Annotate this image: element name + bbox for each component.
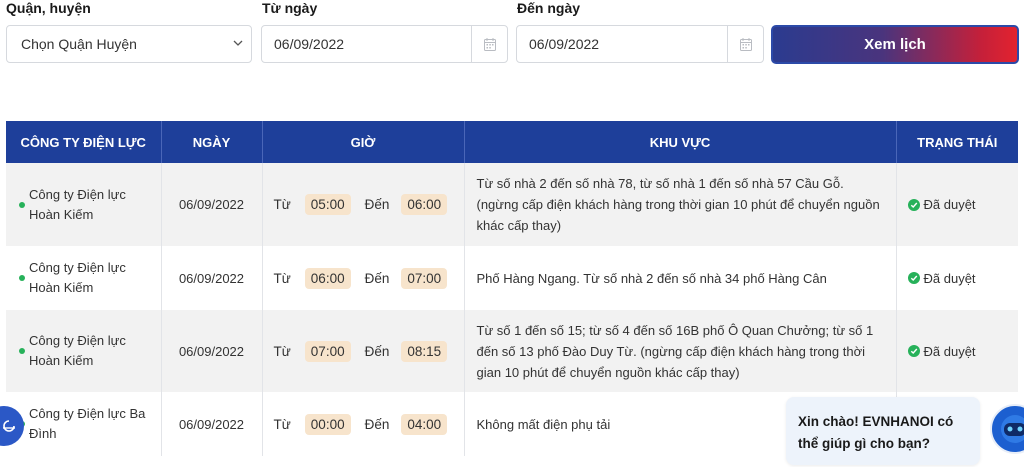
status-cell: Đã duyệt xyxy=(897,197,1019,212)
district-select[interactable]: Chọn Quận Huyện xyxy=(6,25,252,63)
company-name: Công ty Điện lực Hoàn Kiếm xyxy=(29,186,126,222)
to-date-value: 06/09/2022 xyxy=(529,36,600,52)
refresh-icon xyxy=(3,420,15,432)
start-time-pill: 05:00 xyxy=(304,194,351,215)
time-cell: Từ 00:00 Đến 04:00 xyxy=(263,413,464,435)
from-date-field[interactable]: 06/09/2022 xyxy=(261,25,508,63)
status-text: Đã duyệt xyxy=(923,270,976,286)
to-word: Đến xyxy=(364,270,390,286)
check-circle-icon xyxy=(907,345,920,357)
time-cell: Từ 05:00 Đến 06:00 xyxy=(263,194,464,215)
company-name: Công ty Điện lực Hoàn Kiếm xyxy=(29,333,126,368)
table-header-row: CÔNG TY ĐIỆN LỰC NGÀY GIỜ KHU VỰC TRẠNG … xyxy=(6,121,1018,163)
from-word: Từ xyxy=(273,343,291,359)
to-date-field[interactable]: 06/09/2022 xyxy=(516,25,764,63)
view-schedule-button[interactable]: Xem lịch xyxy=(771,25,1019,64)
calendar-icon[interactable] xyxy=(727,26,763,62)
start-time-pill: 07:00 xyxy=(304,340,351,362)
from-date-value: 06/09/2022 xyxy=(274,36,345,52)
chat-greeting-bubble[interactable]: Xin chào! EVNHANOI có thể giúp gì cho bạ… xyxy=(786,397,980,465)
green-dot-icon xyxy=(19,348,25,354)
from-date-label: Từ ngày xyxy=(262,0,318,16)
status-cell: Đã duyệt xyxy=(897,344,1019,359)
area-cell: Từ số nhà 2 đến số nhà 78, từ số nhà 1 đ… xyxy=(476,176,880,233)
status-text: Đã duyệt xyxy=(923,343,976,359)
company-cell: Công ty Điện lực Hoàn Kiếm xyxy=(6,185,161,225)
to-word: Đến xyxy=(364,197,390,212)
green-dot-icon xyxy=(19,275,25,281)
area-cell: Từ số 1 đến số 15; từ số 4 đến số 16B ph… xyxy=(476,322,874,380)
company-cell: Công ty Điện lực Hoàn Kiếm xyxy=(6,331,161,371)
column-header-status: TRẠNG THÁI xyxy=(896,121,1018,163)
end-time-pill: 06:00 xyxy=(401,194,448,215)
end-time-pill: 08:15 xyxy=(401,340,448,362)
date-cell: 06/09/2022 xyxy=(161,163,263,246)
calendar-icon[interactable] xyxy=(471,26,507,62)
filter-bar: Quận, huyện Chọn Quận Huyện Từ ngày 06/0… xyxy=(0,0,1024,70)
to-date-label: Đến ngày xyxy=(517,0,581,16)
end-time-pill: 07:00 xyxy=(401,267,448,289)
table-row: Công ty Điện lực Hoàn Kiếm 06/09/2022 Từ… xyxy=(6,310,1018,392)
table-row: Công ty Điện lực Hoàn Kiếm 06/09/2022 Từ… xyxy=(6,246,1018,310)
from-word: Từ xyxy=(273,270,291,286)
table-row: Công ty Điện lực Hoàn Kiếm 06/09/2022 Từ… xyxy=(6,163,1018,246)
date-cell: 06/09/2022 xyxy=(161,310,263,392)
from-word: Từ xyxy=(273,197,291,212)
green-dot-icon xyxy=(19,201,25,208)
company-cell: Công ty Điện lực Ba Đình xyxy=(6,404,161,444)
date-cell: 06/09/2022 xyxy=(161,392,263,456)
start-time-pill: 06:00 xyxy=(304,267,351,289)
status-cell: Đã duyệt xyxy=(897,271,1019,286)
chatbot-avatar-icon[interactable] xyxy=(990,404,1024,454)
district-label: Quận, huyện xyxy=(6,0,91,16)
company-name: Công ty Điện lực Hoàn Kiếm xyxy=(29,260,126,295)
start-time-pill: 00:00 xyxy=(304,413,351,435)
time-cell: Từ 06:00 Đến 07:00 xyxy=(263,267,464,289)
column-header-company: CÔNG TY ĐIỆN LỰC xyxy=(6,121,162,163)
date-cell: 06/09/2022 xyxy=(161,246,263,310)
column-header-date: NGÀY xyxy=(161,121,263,163)
column-header-area: KHU VỰC xyxy=(464,121,897,163)
company-name: Công ty Điện lực Ba Đình xyxy=(29,406,146,441)
check-circle-icon xyxy=(907,272,920,284)
company-cell: Công ty Điện lực Hoàn Kiếm xyxy=(6,258,161,298)
status-text: Đã duyệt xyxy=(923,197,976,212)
chevron-down-icon xyxy=(233,40,243,46)
time-cell: Từ 07:00 Đến 08:15 xyxy=(263,340,464,362)
area-cell: Phố Hàng Ngang. Từ số nhà 2 đến số nhà 3… xyxy=(476,270,827,286)
to-word: Đến xyxy=(364,343,390,359)
district-select-value: Chọn Quận Huyện xyxy=(21,36,137,52)
check-circle-icon xyxy=(907,198,920,211)
end-time-pill: 04:00 xyxy=(401,413,448,435)
column-header-time: GIỜ xyxy=(262,121,465,163)
from-word: Từ xyxy=(273,416,291,432)
to-word: Đến xyxy=(364,416,390,432)
